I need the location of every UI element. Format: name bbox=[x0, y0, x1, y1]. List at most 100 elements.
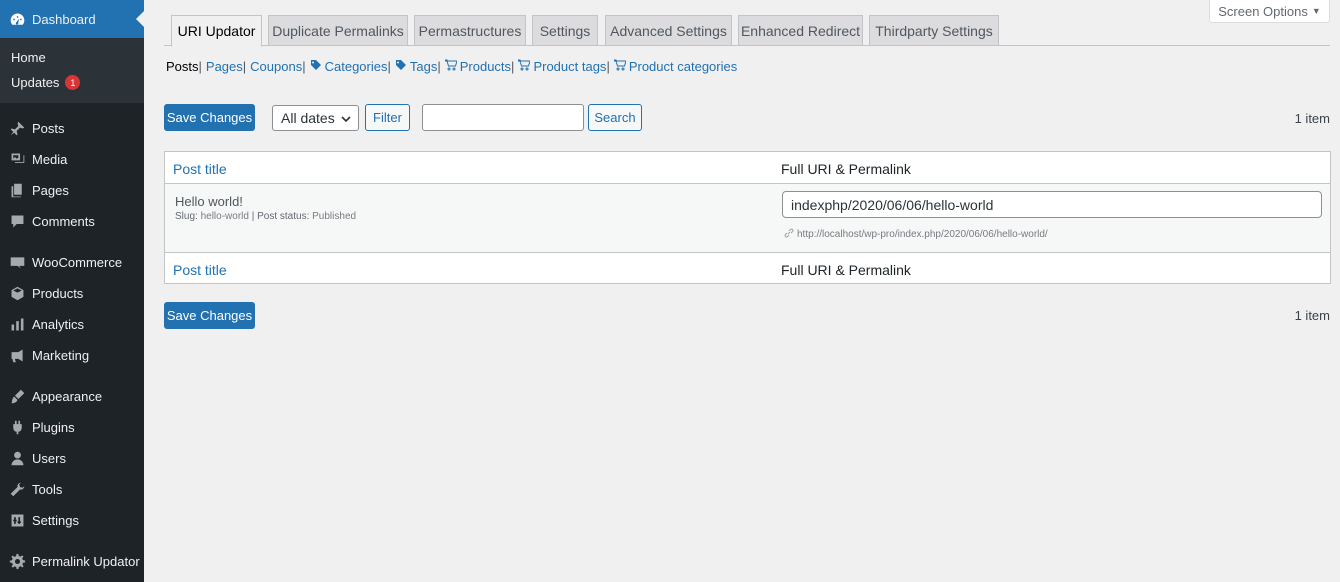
search-input[interactable] bbox=[422, 104, 584, 131]
menu-dashboard[interactable]: Dashboard bbox=[0, 0, 144, 38]
tag-icon bbox=[395, 59, 407, 74]
slug-label: Slug: bbox=[175, 211, 198, 222]
save-changes-button-top[interactable]: Save Changes bbox=[164, 104, 255, 131]
pin-icon bbox=[8, 120, 26, 138]
menu-appearance[interactable]: Appearance bbox=[0, 381, 144, 412]
tab-advanced-settings[interactable]: Advanced Settings bbox=[605, 15, 732, 46]
menu-pages[interactable]: Pages bbox=[0, 175, 144, 206]
menu-label: Appearance bbox=[32, 389, 103, 404]
brush-icon bbox=[8, 388, 26, 406]
meta-separator: | bbox=[251, 211, 255, 222]
menu-users[interactable]: Users bbox=[0, 443, 144, 474]
uri-field[interactable]: indexphp/2020/06/06/hello-world bbox=[782, 191, 1322, 218]
search-button[interactable]: Search bbox=[588, 104, 642, 131]
filter-product-tags[interactable]: Product tags bbox=[533, 59, 606, 74]
link-icon bbox=[784, 228, 794, 241]
menu-tools[interactable]: Tools bbox=[0, 474, 144, 505]
wrench-icon bbox=[8, 481, 26, 499]
tab-label: Permastructures bbox=[418, 22, 522, 39]
menu-label: Plugins bbox=[32, 420, 75, 435]
dashboard-icon bbox=[8, 10, 26, 28]
filter-categories[interactable]: Categories bbox=[325, 59, 388, 74]
tab-label: Enhanced Redirect bbox=[740, 22, 861, 39]
filter-coupons[interactable]: Coupons bbox=[250, 59, 302, 74]
menu-media[interactable]: Media bbox=[0, 144, 144, 175]
menu-label: Tools bbox=[32, 482, 63, 497]
save-changes-button-bottom[interactable]: Save Changes bbox=[164, 302, 255, 329]
tab-uri-updator[interactable]: URI Updator bbox=[171, 15, 262, 47]
menu-label: Permalink Updator bbox=[32, 554, 140, 569]
menu-label: Marketing bbox=[32, 348, 90, 363]
menu-label: Products bbox=[32, 286, 84, 301]
tab-duplicate-permalinks[interactable]: Duplicate Permalinks bbox=[268, 15, 408, 46]
menu-label: Media bbox=[32, 152, 68, 167]
status-label: Post status: bbox=[257, 211, 310, 222]
tab-label: Settings bbox=[539, 22, 591, 39]
post-title: Hello world! bbox=[175, 194, 243, 209]
table-footer: Post title Full URI & Permalink bbox=[165, 252, 1330, 284]
tab-thirdparty-settings[interactable]: Thirdparty Settings bbox=[869, 15, 999, 46]
menu-marketing[interactable]: Marketing bbox=[0, 340, 144, 371]
tab-enhanced-redirect[interactable]: Enhanced Redirect bbox=[738, 15, 863, 46]
settings-icon bbox=[8, 512, 26, 530]
permalink-link[interactable]: http://localhost/wp-pro/index.php/2020/0… bbox=[797, 229, 1048, 240]
sort-post-title-footer[interactable]: Post title bbox=[173, 262, 227, 278]
filter-tags[interactable]: Tags bbox=[410, 59, 437, 74]
media-icon bbox=[8, 151, 26, 169]
column-uri-footer: Full URI & Permalink bbox=[781, 262, 911, 278]
submenu-label: Updates bbox=[11, 75, 60, 90]
tab-settings[interactable]: Settings bbox=[532, 15, 598, 46]
comments-icon bbox=[8, 213, 26, 231]
tab-label: Advanced Settings bbox=[610, 22, 727, 39]
separator: | bbox=[387, 58, 391, 74]
cart-icon bbox=[613, 59, 627, 74]
uri-table: Post title Full URI & Permalink Hello wo… bbox=[164, 151, 1331, 284]
menu-label: WooCommerce bbox=[32, 255, 123, 270]
megaphone-icon bbox=[8, 347, 26, 365]
menu-plugins[interactable]: Plugins bbox=[0, 412, 144, 443]
submenu-home[interactable]: Home bbox=[0, 45, 144, 70]
submenu-updates[interactable]: Updates 1 bbox=[0, 70, 144, 95]
slug-value: hello-world bbox=[200, 211, 249, 222]
filter-products[interactable]: Products bbox=[460, 59, 511, 74]
menu-settings[interactable]: Settings bbox=[0, 505, 144, 536]
tab-permastructures[interactable]: Permastructures bbox=[414, 15, 526, 46]
menu-posts[interactable]: Posts bbox=[0, 113, 144, 144]
submenu-label: Home bbox=[11, 50, 46, 65]
users-icon bbox=[8, 450, 26, 468]
sort-post-title[interactable]: Post title bbox=[173, 161, 227, 177]
cart-icon bbox=[517, 59, 532, 74]
tab-label: Duplicate Permalinks bbox=[272, 22, 404, 39]
tab-label: URI Updator bbox=[177, 23, 256, 39]
analytics-icon bbox=[8, 316, 26, 334]
plugin-icon bbox=[8, 419, 26, 437]
separator: | bbox=[437, 58, 441, 74]
current-arrow bbox=[136, 11, 144, 27]
update-count-badge: 1 bbox=[65, 75, 81, 90]
filter-product-categories[interactable]: Product categories bbox=[629, 59, 737, 74]
tab-bar: URI Updator Duplicate Permalinks Permast… bbox=[164, 15, 1330, 47]
menu-permalink-updator[interactable]: Permalink Updator bbox=[0, 546, 144, 577]
date-filter-select[interactable]: All dates bbox=[272, 105, 359, 131]
menu-products[interactable]: Products bbox=[0, 278, 144, 309]
menu-woocommerce[interactable]: WooCommerce bbox=[0, 247, 144, 278]
table-header: Post title Full URI & Permalink bbox=[165, 152, 1330, 184]
post-meta: Slug: hello-world | Post status: Publish… bbox=[175, 211, 356, 222]
separator: | bbox=[198, 58, 202, 74]
separator: | bbox=[242, 58, 247, 74]
menu-label: Users bbox=[32, 451, 66, 466]
menu-label: Posts bbox=[32, 121, 65, 136]
filter-pages[interactable]: Pages bbox=[206, 59, 243, 74]
menu-comments[interactable]: Comments bbox=[0, 206, 144, 237]
menu-label: Dashboard bbox=[32, 11, 96, 27]
separator: | bbox=[606, 58, 610, 74]
menu-analytics[interactable]: Analytics bbox=[0, 309, 144, 340]
menu-label: Settings bbox=[32, 513, 79, 528]
filter-posts[interactable]: Posts bbox=[166, 59, 199, 74]
date-filter-value: All dates bbox=[281, 110, 335, 126]
filter-button[interactable]: Filter bbox=[365, 104, 410, 131]
table-row: Hello world! Slug: hello-world | Post st… bbox=[165, 184, 1330, 252]
tab-label: Thirdparty Settings bbox=[875, 22, 993, 39]
chevron-down-icon bbox=[340, 112, 352, 128]
separator: | bbox=[511, 58, 515, 74]
